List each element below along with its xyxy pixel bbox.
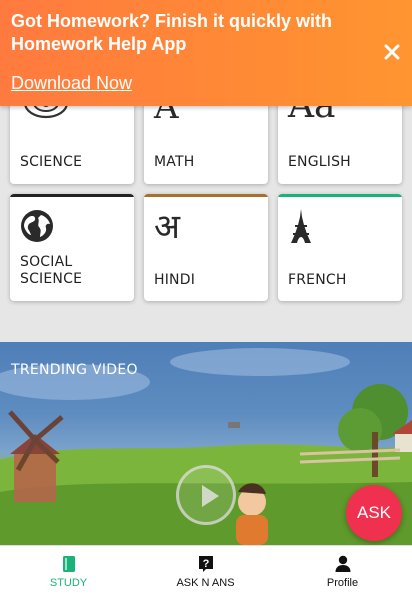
subject-card-math[interactable]: A MATH [144, 95, 268, 184]
promo-banner: Got Homework? Finish it quickly with Hom… [0, 0, 412, 106]
eiffel-tower-icon [291, 209, 311, 243]
subject-card-social-science[interactable]: SOCIAL SCIENCE [10, 194, 134, 301]
accent-bar [278, 194, 402, 197]
subject-label: ENGLISH [288, 154, 351, 170]
nav-study[interactable]: STUDY [0, 546, 137, 600]
subject-card-english[interactable]: Aa ENGLISH [278, 95, 402, 184]
accent-bar [10, 194, 134, 197]
globe-icon [21, 210, 53, 242]
book-icon [62, 556, 75, 572]
person-icon [335, 555, 350, 572]
ask-button[interactable]: ASK [346, 485, 402, 541]
svg-text:?: ? [202, 558, 209, 570]
subject-card-hindi[interactable]: अ HINDI [144, 194, 268, 301]
accent-bar [144, 194, 268, 197]
subject-card-french[interactable]: FRENCH [278, 194, 402, 301]
question-icon: ? [198, 556, 213, 572]
bottom-nav: STUDY ? ASK N ANS Profile [0, 545, 412, 600]
trending-video-title: TRENDING VIDEO [11, 362, 138, 378]
nav-ask-n-ans[interactable]: ? ASK N ANS [137, 546, 274, 600]
subject-label: HINDI [154, 272, 196, 288]
nav-label: ASK N ANS [176, 577, 235, 589]
subject-label: SOCIAL SCIENCE [20, 254, 83, 287]
nav-profile[interactable]: Profile [274, 546, 411, 600]
subject-card-science[interactable]: SCIENCE [10, 95, 134, 184]
subject-label: MATH [154, 154, 195, 170]
subject-label: FRENCH [288, 272, 347, 288]
play-button[interactable] [176, 465, 236, 525]
download-now-link[interactable]: Download Now [11, 73, 132, 94]
devanagari-a-icon: अ [154, 207, 180, 247]
close-icon[interactable] [382, 42, 402, 62]
nav-label: Profile [326, 577, 359, 589]
subject-label: SCIENCE [20, 154, 83, 170]
banner-headline: Got Homework? Finish it quickly with Hom… [11, 11, 333, 54]
nav-label: STUDY [49, 577, 88, 589]
